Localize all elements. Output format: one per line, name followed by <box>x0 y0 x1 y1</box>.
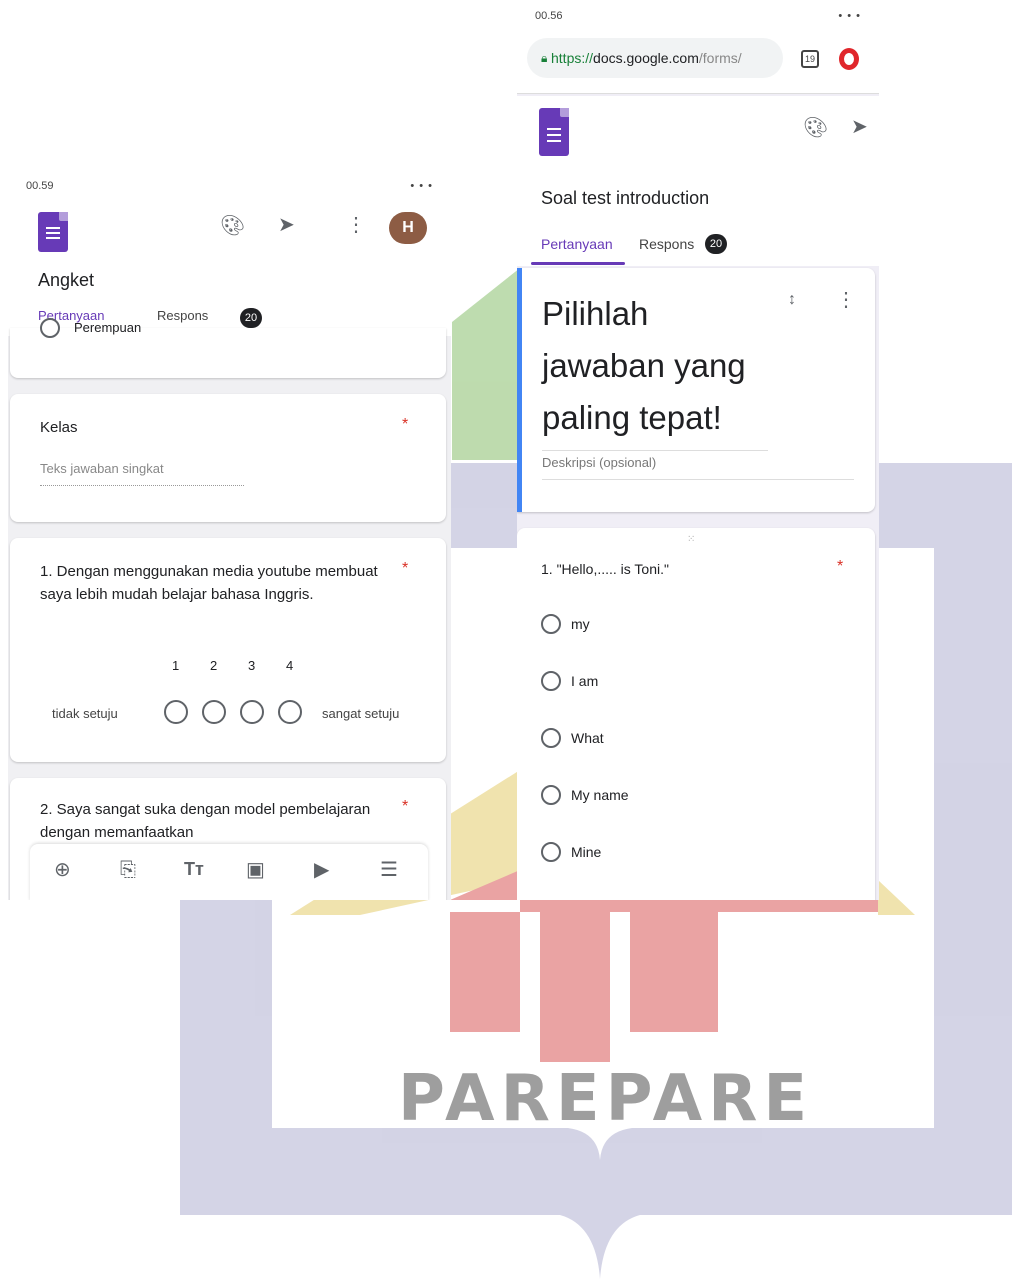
browser-bar: 🔒︎ https://docs.google.com/forms/ 19 <box>517 30 879 94</box>
required-mark: * <box>402 798 409 815</box>
option-radio[interactable] <box>541 671 561 691</box>
scale-radio-1[interactable] <box>164 700 188 724</box>
option-label[interactable]: What <box>571 730 604 746</box>
url-path: /forms/ <box>698 50 742 66</box>
google-forms-logo-icon <box>38 212 68 252</box>
more-vert-icon[interactable]: ⋮ <box>836 290 856 310</box>
status-icons: • • • <box>838 10 861 22</box>
video-icon[interactable]: ▶︎ <box>314 860 329 880</box>
drag-handle-icon[interactable]: ⁙ <box>687 534 695 545</box>
form-title-card-heading[interactable]: Pilihlah jawaban yang paling tepat! <box>542 288 768 451</box>
required-mark: * <box>402 416 409 433</box>
status-bar: 00.56 • • • <box>517 0 879 30</box>
lock-icon: 🔒︎ <box>541 51 548 65</box>
form-header: 🎨︎ ➤ ⋮ H Angket Pertanyaan Respons 20 <box>8 202 451 336</box>
send-icon[interactable]: ➤ <box>851 117 868 137</box>
watermark-red-block-1 <box>450 912 520 1032</box>
description-placeholder: Deskripsi (opsional) <box>542 455 657 470</box>
google-forms-logo-icon <box>539 108 569 156</box>
opera-icon[interactable] <box>839 48 859 70</box>
scale-number: 2 <box>210 658 218 673</box>
option-radio[interactable] <box>541 614 561 634</box>
required-mark: * <box>837 558 844 575</box>
scale-radio-2[interactable] <box>202 700 226 724</box>
option-radio[interactable] <box>541 728 561 748</box>
option-radio[interactable] <box>541 842 561 862</box>
form-title: Angket <box>38 270 95 290</box>
tab-responses[interactable]: Respons <box>639 236 694 252</box>
url-host: docs.google.com <box>593 50 699 66</box>
response-count-badge: 20 <box>240 308 262 328</box>
palette-icon[interactable]: 🎨︎ <box>220 216 245 236</box>
avatar[interactable]: H <box>389 212 427 244</box>
short-answer-field[interactable]: Teks jawaban singkat <box>40 460 244 486</box>
scale-number: 4 <box>286 658 294 673</box>
scale-number: 1 <box>172 658 180 673</box>
option-radio[interactable] <box>541 785 561 805</box>
status-icons: • • • <box>410 180 433 192</box>
question-card-1[interactable]: ⁙ 1. "Hello,..... is Toni." * my I am Wh… <box>517 528 875 900</box>
option-label[interactable]: my <box>571 616 590 632</box>
question-title: 1. "Hello,..... is Toni." <box>541 561 669 577</box>
right-phone-screenshot: 00.56 • • • 🔒︎ https://docs.google.com/f… <box>517 0 879 900</box>
bottom-toolbar: ⊕ ⎘ Tᴛ ▣ ▶︎ ☰ <box>30 844 428 900</box>
watermark-yellow-band-right <box>878 880 915 915</box>
scale-radio-4[interactable] <box>278 700 302 724</box>
question-title: Kelas <box>40 419 78 436</box>
required-mark: * <box>402 560 409 577</box>
form-header: 🎨︎ ➤ Soal test introduction Pertanyaan R… <box>517 96 879 266</box>
radio-button[interactable] <box>40 318 60 338</box>
option-label[interactable]: I am <box>571 673 598 689</box>
url-protocol: https:// <box>551 50 594 66</box>
option-label[interactable]: My name <box>571 787 629 803</box>
short-answer-placeholder: Teks jawaban singkat <box>40 461 164 476</box>
add-question-icon[interactable]: ⊕ <box>54 860 71 880</box>
status-time: 00.56 <box>535 10 563 22</box>
watermark-green-leaf <box>452 268 520 460</box>
scale-radio-3[interactable] <box>240 700 264 724</box>
tab-switcher-button[interactable]: 19 <box>801 50 819 68</box>
tab-count: 19 <box>804 54 815 64</box>
response-count-badge: 20 <box>705 234 727 254</box>
scale-numbers: 1 2 3 4 <box>172 658 312 676</box>
question-title: 2. Saya sangat suka dengan model pembela… <box>40 801 371 841</box>
watermark-red-block-2 <box>540 912 610 1062</box>
option-label[interactable]: Mine <box>571 844 601 860</box>
scale-low-label: tidak setuju <box>52 706 118 721</box>
collapse-icon[interactable]: ↕ <box>788 292 796 308</box>
image-icon[interactable]: ▣ <box>246 860 265 880</box>
import-question-icon[interactable]: ⎘ <box>120 860 136 880</box>
question-title: 1. Dengan menggunakan media youtube memb… <box>40 563 378 603</box>
scale-high-label: sangat setuju <box>322 706 400 721</box>
question-card-kelas[interactable]: Kelas * Teks jawaban singkat <box>10 394 446 522</box>
avatar-letter: H <box>402 219 414 236</box>
form-title: Soal test introduction <box>541 188 710 208</box>
watermark-text: PAREPARE <box>398 1062 814 1136</box>
left-phone-screenshot: 00.59 • • • 🎨︎ ➤ ⋮ H Angket Pertanyaan R… <box>8 168 451 900</box>
url-bar[interactable]: 🔒︎ https://docs.google.com/forms/ <box>527 38 783 78</box>
tab-responses[interactable]: Respons <box>157 308 208 323</box>
section-icon[interactable]: ☰ <box>380 860 398 880</box>
form-title-card[interactable]: Pilihlah jawaban yang paling tepat! ↕ ⋮ … <box>517 268 875 512</box>
palette-icon[interactable]: 🎨︎ <box>803 118 828 138</box>
tab-questions[interactable]: Pertanyaan <box>541 236 613 252</box>
watermark-red-block-3 <box>630 912 718 1032</box>
status-bar: 00.59 • • • <box>8 168 451 202</box>
option-label: Perempuan <box>74 320 142 335</box>
status-time: 00.59 <box>26 180 54 192</box>
title-text-icon[interactable]: Tᴛ <box>184 860 204 878</box>
tab-questions-underline <box>531 262 625 265</box>
scale-number: 3 <box>248 658 256 673</box>
send-icon[interactable]: ➤ <box>278 215 295 235</box>
more-vert-icon[interactable]: ⋮ <box>346 215 366 235</box>
question-card-scale[interactable]: 1. Dengan menggunakan media youtube memb… <box>10 538 446 762</box>
description-field[interactable]: Deskripsi (opsional) <box>542 454 854 480</box>
option-card-partial: Perempuan <box>10 318 446 378</box>
